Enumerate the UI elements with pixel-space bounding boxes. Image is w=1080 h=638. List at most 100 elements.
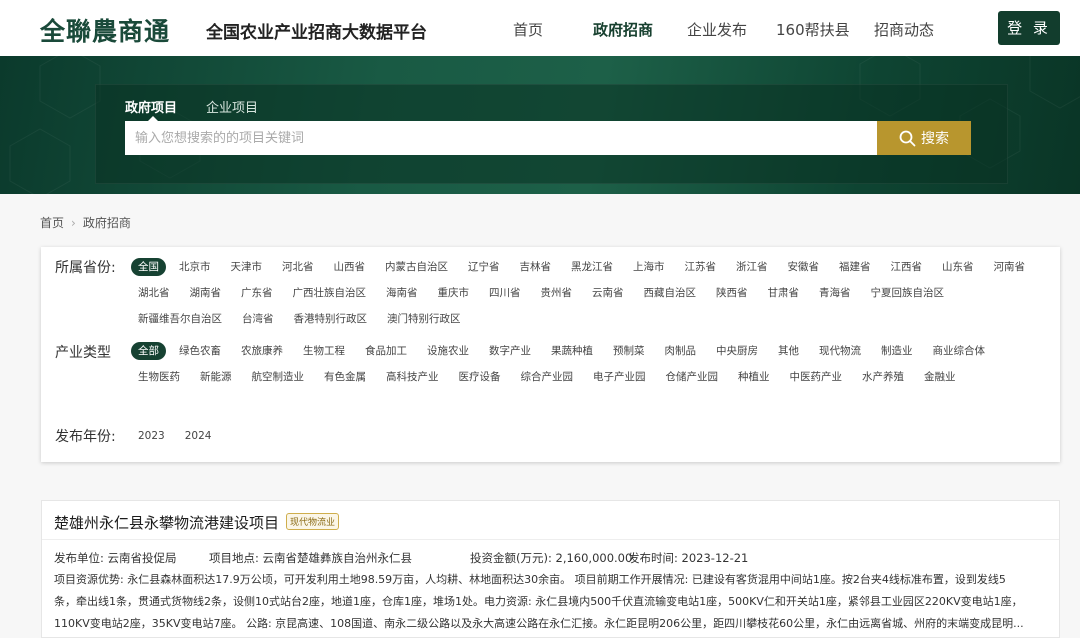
divider	[42, 539, 1059, 540]
industry-option[interactable]: 种植业	[731, 368, 777, 386]
year-filter-label: 发布年份:	[55, 429, 116, 445]
search-input[interactable]	[125, 121, 877, 155]
nav-enterprise-publish[interactable]: 企业发布	[687, 19, 747, 40]
project-publish-time: 发布时间: 2023-12-21	[628, 551, 749, 565]
nav-160-counties[interactable]: 160帮扶县	[776, 19, 850, 40]
province-option[interactable]: 北京市	[172, 258, 218, 276]
province-option[interactable]: 海南省	[379, 284, 425, 302]
breadcrumb: 首页 › 政府招商	[40, 214, 131, 231]
province-option[interactable]: 四川省	[482, 284, 528, 302]
year-option[interactable]: 2024	[178, 427, 219, 445]
project-location: 项目地点: 云南省楚雄彝族自治州永仁县	[209, 551, 413, 565]
industry-option[interactable]: 其他	[771, 342, 806, 360]
province-option[interactable]: 浙江省	[729, 258, 775, 276]
industry-option[interactable]: 数字产业	[482, 342, 538, 360]
industry-option[interactable]: 肉制品	[658, 342, 704, 360]
industry-option[interactable]: 现代物流	[812, 342, 868, 360]
province-option[interactable]: 河北省	[275, 258, 321, 276]
industry-option[interactable]: 航空制造业	[245, 368, 312, 386]
industry-option[interactable]: 预制菜	[606, 342, 652, 360]
province-option[interactable]: 青海省	[812, 284, 858, 302]
project-description-line: 项目资源优势: 永仁县森林面积达17.9万公顷，可开发利用土地98.59万亩，人…	[54, 573, 1006, 586]
province-option[interactable]: 河南省	[987, 258, 1033, 276]
province-option[interactable]: 湖南省	[183, 284, 229, 302]
industry-option[interactable]: 高科技产业	[379, 368, 446, 386]
province-option[interactable]: 广东省	[234, 284, 280, 302]
industry-option[interactable]: 仓储产业园	[659, 368, 726, 386]
nav-home[interactable]: 首页	[513, 19, 543, 40]
province-option[interactable]: 陕西省	[709, 284, 755, 302]
project-title[interactable]: 楚雄州永仁县永攀物流港建设项目	[54, 512, 279, 533]
industry-option[interactable]: 医疗设备	[452, 368, 508, 386]
province-option[interactable]: 江苏省	[678, 258, 724, 276]
industry-tag: 现代物流业	[286, 513, 340, 530]
search-icon	[899, 130, 916, 146]
province-option[interactable]: 全国	[131, 258, 166, 276]
project-description-line: 110KV变电站2座，35KV变电站7座。 公路: 京昆高速、108国道、南永二…	[54, 617, 1024, 630]
province-filter-options: 全国 北京市 天津市 河北省 山西省 内蒙古自治区 辽宁省 吉林省 黑龙江省 上海市 江苏省 浙江省安…	[131, 258, 1046, 336]
province-option[interactable]: 云南省	[585, 284, 631, 302]
industry-option[interactable]: 生物医药	[131, 368, 187, 386]
filter-panel: 所属省份: 全国 北京市 天津市 河北省 山西省 内蒙古自治区 辽宁省 吉林省 黑龙江省 上海市江…	[41, 247, 1060, 462]
province-option[interactable]: 山东省	[935, 258, 981, 276]
site-title: 全国农业产业招商大数据平台	[206, 23, 427, 43]
province-option[interactable]: 湖北省	[131, 284, 177, 302]
province-option[interactable]: 吉林省	[513, 258, 559, 276]
industry-option[interactable]: 绿色农畜	[172, 342, 228, 360]
industry-option[interactable]: 农旅康养	[234, 342, 290, 360]
industry-option[interactable]: 商业综合体	[926, 342, 993, 360]
nav-government-investment[interactable]: 政府招商	[593, 19, 653, 40]
province-option[interactable]: 安徽省	[781, 258, 827, 276]
province-option[interactable]: 福建省	[832, 258, 878, 276]
chevron-right-icon: ›	[71, 216, 76, 230]
province-option[interactable]: 甘肃省	[761, 284, 807, 302]
province-option[interactable]: 贵州省	[534, 284, 580, 302]
nav-investment-news[interactable]: 招商动态	[874, 19, 934, 40]
search-button[interactable]: 搜索	[877, 121, 971, 155]
province-option[interactable]: 台湾省	[235, 310, 281, 328]
industry-option[interactable]: 水产养殖	[855, 368, 911, 386]
industry-option[interactable]: 全部	[131, 342, 166, 360]
province-filter-label: 所属省份:	[55, 260, 116, 276]
login-button[interactable]: 登 录	[998, 11, 1060, 45]
province-option[interactable]: 黑龙江省	[564, 258, 620, 276]
industry-option[interactable]: 综合产业园	[514, 368, 581, 386]
industry-option[interactable]: 有色金属	[317, 368, 373, 386]
province-option[interactable]: 重庆市	[431, 284, 477, 302]
project-publisher: 发布单位: 云南省投促局	[54, 551, 177, 565]
province-option[interactable]: 辽宁省	[461, 258, 507, 276]
province-option[interactable]: 内蒙古自治区	[378, 258, 455, 276]
project-description-line: 条，牵出线1条，贯通式货物线2条，设侧10式站台2座，地道1座，仓库1座，堆场1…	[54, 595, 1023, 608]
tab-enterprise-projects[interactable]: 企业项目	[206, 97, 258, 116]
tab-government-projects[interactable]: 政府项目	[125, 97, 177, 116]
industry-option[interactable]: 金融业	[917, 368, 963, 386]
industry-option[interactable]: 电子产业园	[586, 368, 653, 386]
industry-filter-options: 全部 绿色农畜 农旅康养 生物工程 食品加工 设施农业 数字产业 果蔬种植 预制菜 肉制品 中央厨房…	[131, 342, 1046, 394]
industry-option[interactable]: 新能源	[193, 368, 239, 386]
province-option[interactable]: 山西省	[327, 258, 373, 276]
industry-option[interactable]: 中央厨房	[709, 342, 765, 360]
industry-filter-label: 产业类型	[55, 345, 111, 361]
industry-option[interactable]: 果蔬种植	[544, 342, 600, 360]
breadcrumb-home[interactable]: 首页	[40, 216, 64, 230]
year-option[interactable]: 2023	[131, 427, 172, 445]
industry-option[interactable]: 制造业	[874, 342, 920, 360]
year-filter-options: 2023 2024	[131, 427, 1046, 453]
industry-option[interactable]: 生物工程	[296, 342, 352, 360]
province-option[interactable]: 西藏自治区	[637, 284, 704, 302]
province-option[interactable]: 宁夏回族自治区	[864, 284, 952, 302]
industry-option[interactable]: 设施农业	[420, 342, 476, 360]
province-option[interactable]: 广西壮族自治区	[286, 284, 374, 302]
province-option[interactable]: 澳门特别行政区	[380, 310, 468, 328]
province-option[interactable]: 江西省	[884, 258, 930, 276]
province-option[interactable]: 新疆维吾尔自治区	[131, 310, 229, 328]
industry-option[interactable]: 中医药产业	[783, 368, 850, 386]
industry-option[interactable]: 食品加工	[358, 342, 414, 360]
province-option[interactable]: 天津市	[224, 258, 270, 276]
breadcrumb-current: 政府招商	[82, 216, 131, 230]
province-option[interactable]: 上海市	[626, 258, 672, 276]
province-option[interactable]: 香港特别行政区	[287, 310, 375, 328]
project-card[interactable]: 楚雄州永仁县永攀物流港建设项目 现代物流业 发布单位: 云南省投促局 项目地点:…	[41, 500, 1060, 638]
project-investment: 投资金额(万元): 2,160,000.00	[470, 551, 633, 565]
site-logo[interactable]: 全聯農商通	[40, 12, 170, 48]
